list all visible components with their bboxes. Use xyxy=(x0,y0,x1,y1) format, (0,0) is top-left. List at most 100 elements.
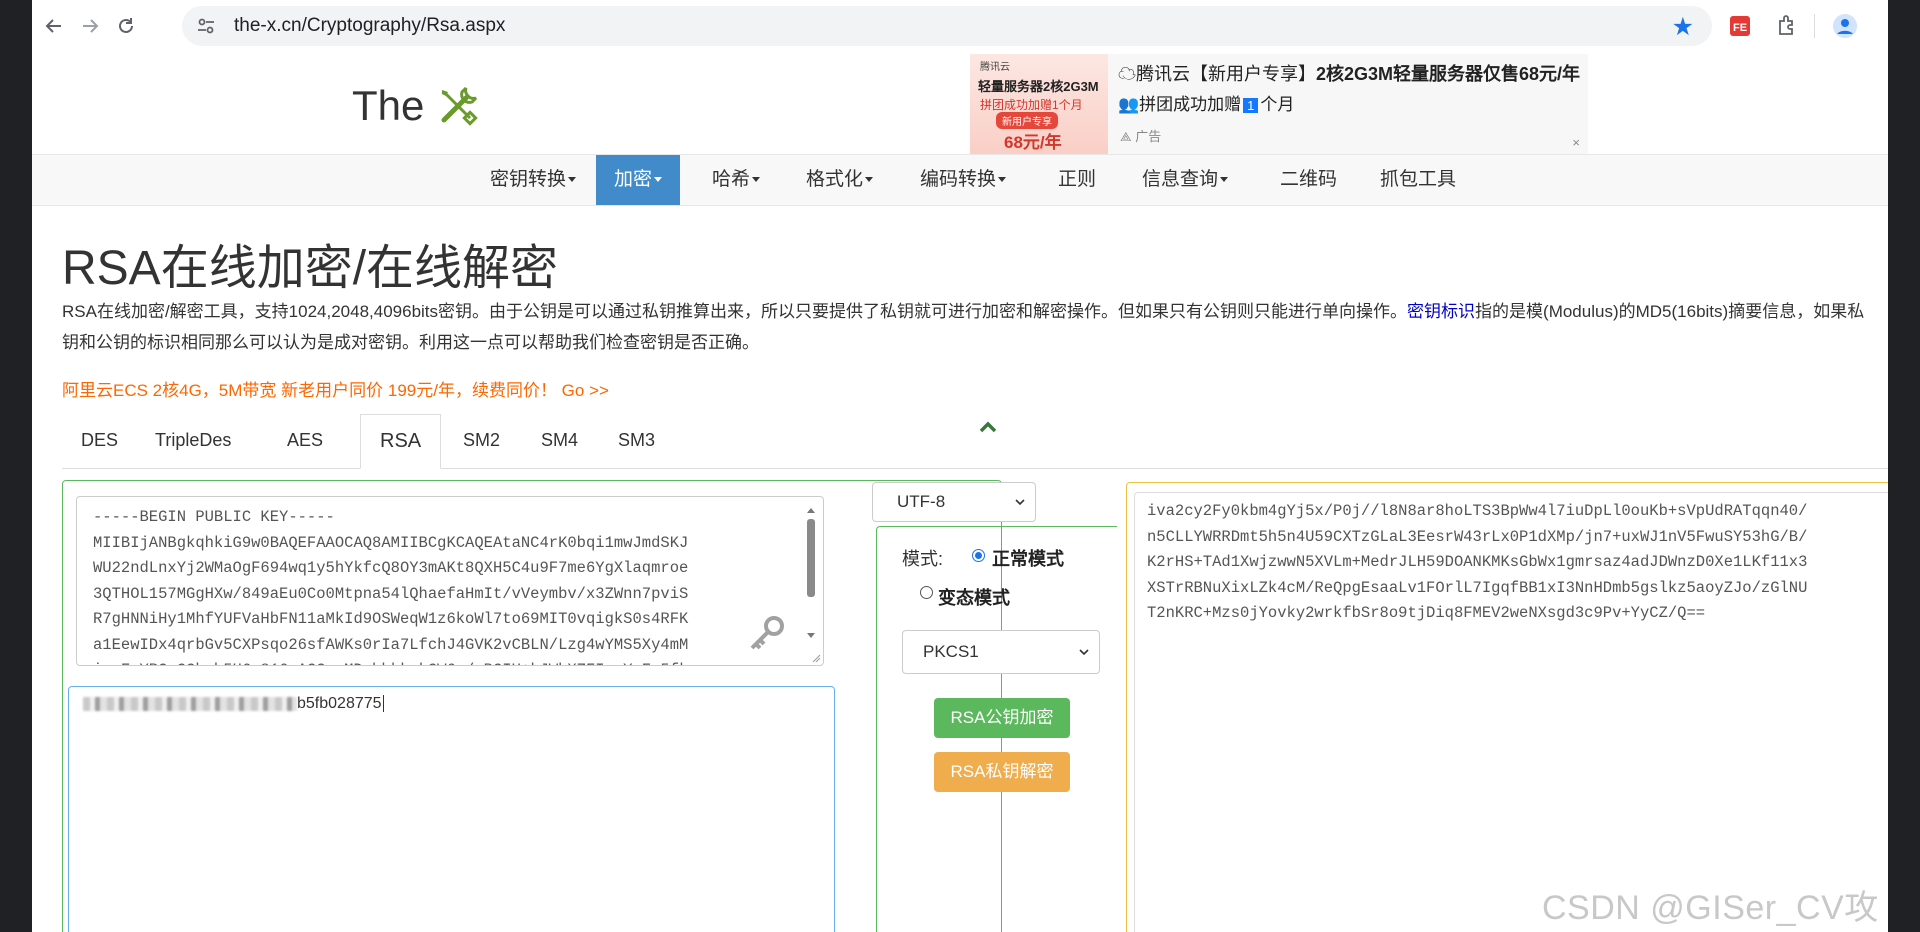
tab-des[interactable]: DES xyxy=(62,414,137,468)
nav-item-encoding[interactable]: 编码转换 xyxy=(902,155,1024,205)
key-line: a1EewIDx4qrbGv5CXPsqo26sfAWKs0rIa7LfchJ4… xyxy=(93,635,689,654)
resize-handle-icon[interactable] xyxy=(811,653,821,663)
chevron-down-icon xyxy=(1015,499,1025,506)
browser-viewport: the-x.cn/Cryptography/Rsa.aspx ★ FE The … xyxy=(32,0,1888,932)
ad-close-button[interactable]: × xyxy=(1572,135,1580,150)
nav-item-label: 二维码 xyxy=(1280,169,1338,190)
ad-badge-icon: ⟁ xyxy=(1120,129,1132,144)
key-line: -----BEGIN PUBLIC KEY----- xyxy=(93,508,335,526)
nav-item-label: 加密 xyxy=(614,169,653,190)
key-line: 3QTHOL157MGgHXw/849aEu0Co0Mtpna54lQhaefa… xyxy=(93,584,689,603)
group-people-icon: 👥 xyxy=(1118,95,1140,114)
ad-title-prefix: 腾讯云【新用户专享】 xyxy=(1136,64,1316,84)
plaintext-textarea[interactable]: b5fb028775 xyxy=(68,686,835,932)
cloud-icon: ☁ xyxy=(1118,64,1136,84)
tab-sm2[interactable]: SM2 xyxy=(444,414,519,468)
reload-button[interactable] xyxy=(108,8,144,44)
rsa-public-encrypt-button[interactable]: RSA公钥加密 xyxy=(934,698,1070,738)
nav-item-label: 哈希 xyxy=(712,169,751,190)
reload-icon xyxy=(119,18,133,33)
bookmark-star-icon[interactable]: ★ xyxy=(1672,12,1694,42)
key-id-link[interactable]: 密钥标识 xyxy=(1407,302,1475,321)
nav-item-encrypt[interactable]: 加密 xyxy=(596,155,681,205)
nav-item-hash[interactable]: 哈希 xyxy=(694,155,778,205)
tools-logo-icon xyxy=(441,86,478,126)
desc-text-a: RSA在线加密/解密工具，支持1024,2048,4096bits密钥。由于公钥… xyxy=(62,302,1408,321)
ad-sub-number: 1 xyxy=(1243,98,1259,113)
page-title: RSA在线加密/在线解密 xyxy=(62,242,559,295)
tab-tripledes[interactable]: TripleDes xyxy=(136,414,250,468)
nav-item-label: 格式化 xyxy=(806,169,864,190)
nav-item-label: 信息查询 xyxy=(1142,169,1219,190)
back-button[interactable] xyxy=(36,8,72,44)
ad-sub-suffix: 个月 xyxy=(1260,95,1295,114)
site-info-icon[interactable] xyxy=(196,16,216,36)
ciphertext-textarea[interactable]: iva2cy2Fy0kbm4gYj5x/P0j//l8N8ar8hoLTS3Bp… xyxy=(1134,492,1888,932)
encoding-value: UTF-8 xyxy=(897,492,946,511)
caret-down-icon xyxy=(998,177,1007,183)
nav-item-packet-capture[interactable]: 抓包工具 xyxy=(1362,155,1474,205)
plaintext-content: b5fb028775 xyxy=(83,695,384,713)
caret-down-icon xyxy=(752,177,761,183)
url-text[interactable]: the-x.cn/Cryptography/Rsa.aspx xyxy=(234,6,505,46)
ad-image[interactable]: 腾讯云 轻量服务器2核2G3M 拼团成功加赠1个月 新用户专享 68元/年 xyxy=(970,54,1108,154)
nav-item-key-convert[interactable]: 密钥转换 xyxy=(472,155,594,205)
cipher-line: T2nKRC+Mzs0jYovky2wrkfbSr8o9tjDiq8FMEV2w… xyxy=(1147,604,1706,622)
ad-label-text: 广告 xyxy=(1135,129,1162,144)
nav-item-info-query[interactable]: 信息查询 xyxy=(1124,155,1246,205)
collapse-chevron-up-icon[interactable] xyxy=(978,420,998,434)
padding-select[interactable]: PKCS1 xyxy=(902,630,1100,674)
nav-item-label: 正则 xyxy=(1058,169,1097,190)
nav-item-format[interactable]: 格式化 xyxy=(788,155,891,205)
key-line: irvFvYRGaCCbwb5H6o816oACGzvMDnhbkkgkGW6o… xyxy=(77,658,688,665)
fehelper-extension-icon[interactable]: FE xyxy=(1728,13,1754,39)
svg-text:FE: FE xyxy=(1733,22,1747,34)
cipher-line: K2rHS+TAd1XwjzwwN5XVLm+MedrJLH59DOANKMKs… xyxy=(1147,553,1808,571)
ad-subtitle[interactable]: 👥拼团成功加赠 1 个月 xyxy=(1118,90,1294,115)
key-icon[interactable] xyxy=(746,614,786,654)
ad-image-price: 68元/年 xyxy=(1004,133,1062,152)
key-line: WU22ndLnxYj2WMaOgF694wq1y5hYkfcQ8OY3mAKt… xyxy=(93,559,689,577)
forward-button[interactable] xyxy=(72,8,108,44)
csdn-watermark: CSDN @GISer_CV攻城狮 xyxy=(1542,889,1879,927)
nav-item-regex[interactable]: 正则 xyxy=(1040,155,1114,205)
extensions-puzzle-icon[interactable] xyxy=(1774,13,1800,39)
key-scrollbar[interactable] xyxy=(805,505,817,655)
ad-image-headline: 轻量服务器2核2G3M xyxy=(978,79,1099,94)
page-description: RSA在线加密/解密工具，支持1024,2048,4096bits密钥。由于公钥… xyxy=(62,296,1888,358)
forward-arrow-icon xyxy=(83,19,99,33)
key-textarea[interactable]: -----BEGIN PUBLIC KEY----- MIIBIjANBgkqh… xyxy=(76,496,824,666)
encoding-select[interactable]: UTF-8 xyxy=(872,482,1036,522)
address-bar[interactable]: the-x.cn/Cryptography/Rsa.aspx ★ xyxy=(182,6,1712,46)
cipher-line: iva2cy2Fy0kbm4gYj5x/P0j//l8N8ar8hoLTS3Bp… xyxy=(1147,502,1808,520)
site-header: The 腾讯云 轻量服务器2核2G3M 拼团成功加赠1个月 新用户专享 68元/… xyxy=(32,52,1888,154)
toolbar-divider xyxy=(1814,14,1815,38)
tab-sm4[interactable]: SM4 xyxy=(522,414,597,468)
rsa-private-decrypt-button[interactable]: RSA私钥解密 xyxy=(934,752,1070,792)
nav-item-label: 编码转换 xyxy=(920,169,997,190)
key-line: R7gHNNiHy1MhfYUFVaHbFN11aMkId9OSWeqW1z6k… xyxy=(93,610,689,628)
advertisement-banner[interactable]: 腾讯云 轻量服务器2核2G3M 拼团成功加赠1个月 新用户专享 68元/年 ☁腾… xyxy=(970,54,1588,154)
tab-sm3[interactable]: SM3 xyxy=(599,414,674,468)
site-logo[interactable]: The xyxy=(352,82,480,130)
mode-label: 模式: xyxy=(902,549,944,569)
cipher-line: n5CLLYWRRDmt5h5n4U59CXTzGLaL3EesrW43rLx0… xyxy=(1147,527,1808,546)
nav-item-qrcode[interactable]: 二维码 xyxy=(1262,155,1355,205)
mode-alt-label[interactable]: 变态模式 xyxy=(938,584,1010,610)
ad-image-brand: 腾讯云 xyxy=(980,62,1010,73)
mode-alt-radio[interactable] xyxy=(920,586,933,599)
mode-normal-radio[interactable] xyxy=(972,549,985,562)
browser-toolbar: the-x.cn/Cryptography/Rsa.aspx ★ FE xyxy=(32,0,1888,53)
tab-aes[interactable]: AES xyxy=(268,414,342,468)
desc-text-line2: 钥和公钥的标识相同那么可以认为是成对密钥。利用这一点可以帮助我们检查密钥是否正确… xyxy=(62,333,759,352)
tab-rsa[interactable]: RSA xyxy=(360,414,442,469)
main-navbar: 密钥转换 加密 哈希 格式化 编码转换 正则 信息查询 二维码 抓包工具 xyxy=(32,154,1888,206)
ad-title[interactable]: ☁腾讯云【新用户专享】2核2G3M轻量服务器仅售68元/年 xyxy=(1118,60,1580,86)
chevron-down-icon xyxy=(1079,649,1089,656)
ad-image-offer: 拼团成功加赠1个月 xyxy=(980,98,1083,112)
mode-normal-label[interactable]: 正常模式 xyxy=(992,545,1064,571)
ad-image-tag: 新用户专享 xyxy=(996,112,1058,129)
algorithm-tabs: DES TripleDes AES RSA SM2 SM4 SM3 xyxy=(62,414,1888,469)
promo-link[interactable]: 阿里云ECS 2核4G，5M带宽 新老用户同价 199元/年，续费同价！ Go … xyxy=(62,376,609,401)
profile-avatar-icon[interactable] xyxy=(1832,13,1858,39)
